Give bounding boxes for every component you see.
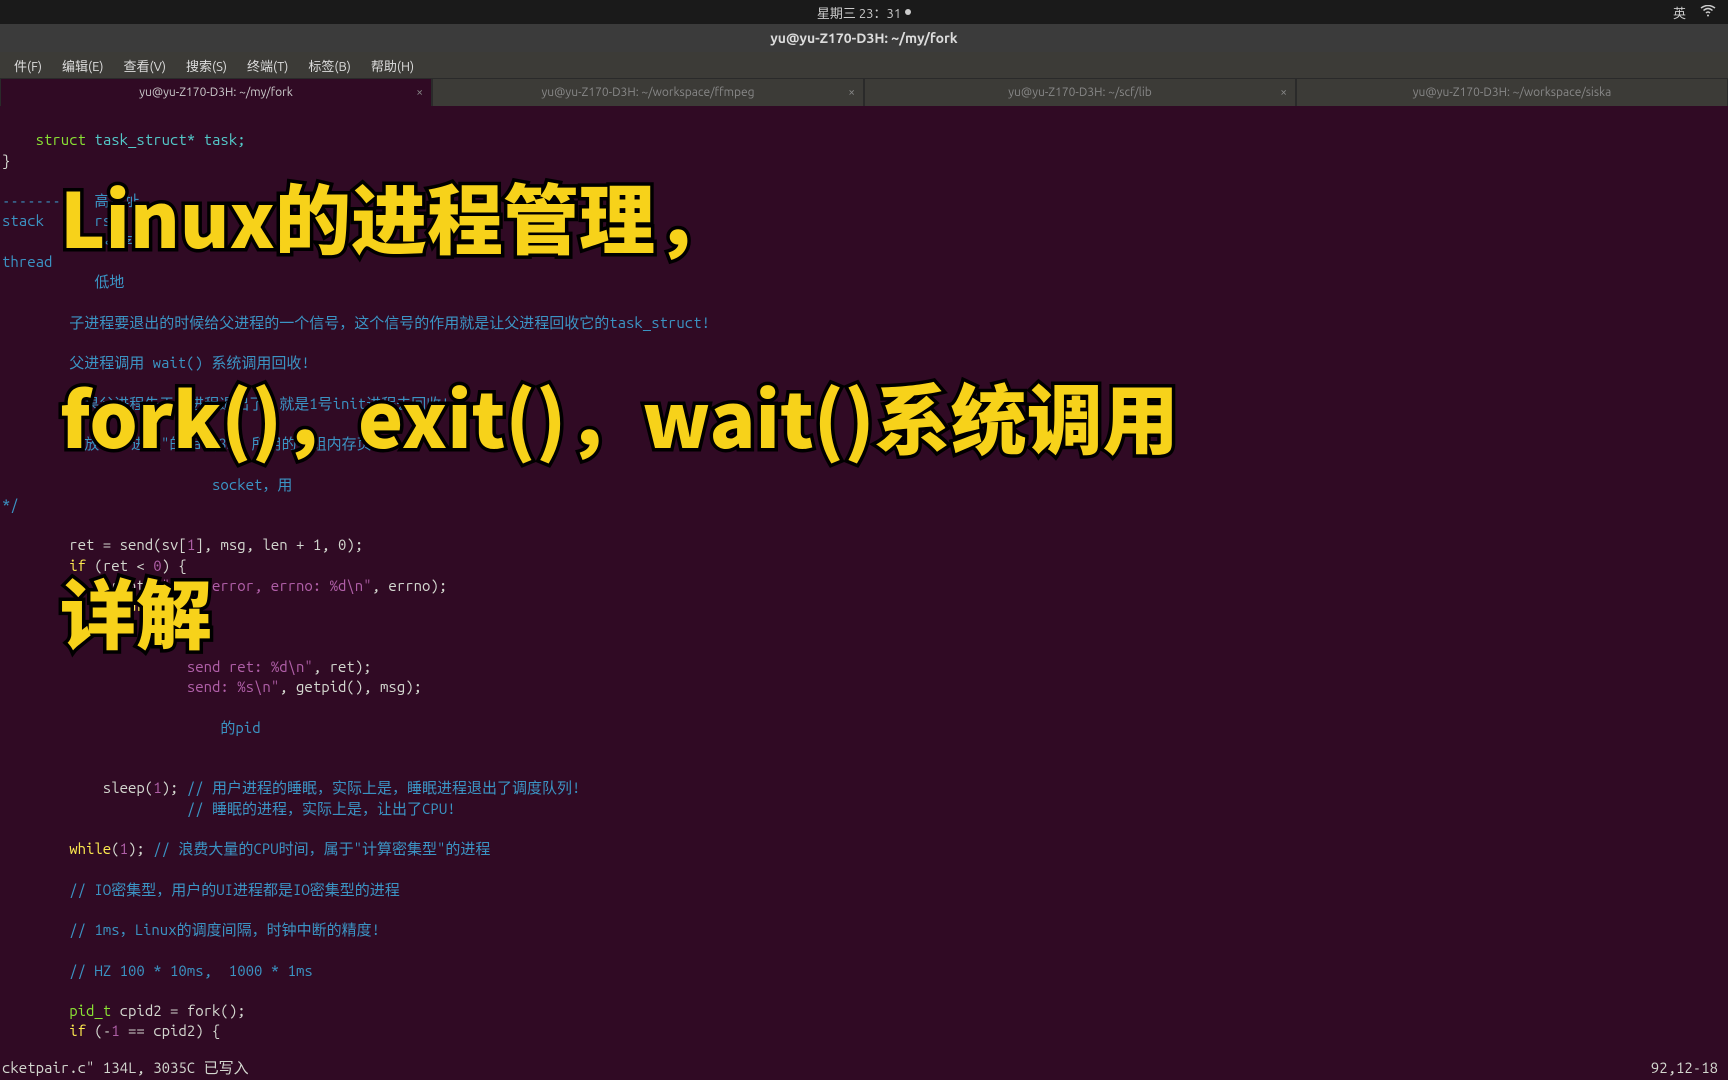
code-text: */ (2, 496, 19, 513)
terminal-tab-2[interactable]: yu@yu-Z170-D3H: ~/scf/lib × (864, 78, 1296, 106)
menu-search[interactable]: 搜索(S) (178, 53, 235, 78)
terminal-tabbar: yu@yu-Z170-D3H: ~/my/fork × yu@yu-Z170-D… (0, 78, 1728, 106)
code-text (2, 800, 187, 817)
code-text: // 浪费大量的CPU时间，属于"计算密集型"的进程 (153, 840, 490, 857)
code-text: ret = send(sv[ (2, 536, 187, 553)
code-text: socket，用 (212, 476, 292, 493)
code-text (2, 1002, 69, 1019)
menu-terminal[interactable]: 终端(T) (239, 53, 296, 78)
overlay-title-line3: 详解 (60, 555, 212, 665)
code-text: ); (128, 840, 153, 857)
code-text (2, 273, 94, 290)
wifi-icon[interactable] (1700, 5, 1716, 20)
overlay-title-line1: Linux的进程管理， (60, 160, 731, 270)
code-text: 1 (120, 840, 128, 857)
code-text: } (2, 152, 10, 169)
tab-label: yu@yu-Z170-D3H: ~/workspace/siska (1413, 86, 1612, 99)
menubar: 件(F) 编辑(E) 查看(V) 搜索(S) 终端(T) 标签(B) 帮助(H) (0, 52, 1728, 78)
code-text: , errno); (372, 577, 448, 594)
close-icon[interactable]: × (416, 86, 423, 99)
menu-file[interactable]: 件(F) (6, 53, 50, 78)
code-text: // 睡眠的进程，实际上是，让出了CPU! (187, 800, 456, 817)
code-text: // 用户进程的睡眠，实际上是，睡眠进程退出了调度队列! (187, 779, 581, 796)
code-text (2, 476, 212, 493)
code-text: 1 (153, 779, 161, 796)
menu-tabs[interactable]: 标签(B) (300, 53, 358, 78)
code-text: , getpid(), msg); (279, 678, 422, 695)
code-text: struct (2, 131, 86, 148)
terminal-tab-0[interactable]: yu@yu-Z170-D3H: ~/my/fork × (0, 78, 432, 106)
code-text: ], msg, len + 1, 0); (195, 536, 363, 553)
tab-label: yu@yu-Z170-D3H: ~/my/fork (139, 86, 293, 99)
code-text: cpid2 = fork(); (111, 1002, 245, 1019)
window-titlebar: yu@yu-Z170-D3H: ~/my/fork (0, 24, 1728, 52)
code-text: ); (162, 779, 187, 796)
system-topbar: 星期三 23：31 英 (0, 0, 1728, 24)
input-method-indicator[interactable]: 英 (1673, 3, 1686, 22)
overlay-title-line2: fork()，exit()，wait()系统调用 (60, 360, 1179, 470)
code-text: 子进程要退出的时候给父进程的一个信号，这个信号的作用就是让父进程回收它的task… (2, 314, 710, 331)
code-text: // IO密集型，用户的UI进程都是IO密集型的进程 (2, 881, 400, 898)
code-text: 的pid (220, 719, 260, 736)
code-text: == cpid2) { (120, 1022, 221, 1039)
code-text: pid_t (69, 1002, 111, 1019)
dot-indicator (905, 9, 911, 15)
code-text: ( (111, 840, 119, 857)
code-text: send: %s\n" (187, 678, 279, 695)
code-text: 低地 (94, 273, 124, 290)
close-icon[interactable]: × (1280, 86, 1287, 99)
code-text: task_struct* task; (86, 131, 246, 148)
tab-label: yu@yu-Z170-D3H: ~/workspace/ffmpeg (541, 86, 754, 99)
code-text: (- (86, 1022, 111, 1039)
code-text (2, 1022, 69, 1039)
code-text: , ret); (313, 658, 372, 675)
code-text: 1 (187, 536, 195, 553)
code-text: if (69, 1022, 86, 1039)
code-text (2, 719, 220, 736)
menu-edit[interactable]: 编辑(E) (54, 53, 111, 78)
code-text: sleep( (2, 779, 153, 796)
vim-statusline: cketpair.c" 134L, 3035C 已写入 92,12-18 (2, 1058, 1718, 1078)
code-text: // HZ 100 * 10ms, 1000 * 1ms (2, 962, 313, 979)
tab-label: yu@yu-Z170-D3H: ~/scf/lib (1008, 86, 1152, 99)
terminal-tab-3[interactable]: yu@yu-Z170-D3H: ~/workspace/siska (1296, 78, 1728, 106)
code-text: 1 (111, 1022, 119, 1039)
code-text (2, 840, 69, 857)
code-text (2, 678, 187, 695)
window-title: yu@yu-Z170-D3H: ~/my/fork (770, 30, 957, 46)
status-right: 92,12-18 (1651, 1058, 1718, 1078)
code-text: while (69, 840, 111, 857)
menu-help[interactable]: 帮助(H) (363, 53, 422, 78)
status-left: cketpair.c" 134L, 3035C 已写入 (2, 1058, 249, 1078)
topbar-datetime: 星期三 23：31 (817, 3, 901, 22)
terminal-tab-1[interactable]: yu@yu-Z170-D3H: ~/workspace/ffmpeg × (432, 78, 864, 106)
menu-view[interactable]: 查看(V) (116, 53, 174, 78)
close-icon[interactable]: × (848, 86, 855, 99)
code-text: // 1ms，Linux的调度间隔，时钟中断的精度! (2, 921, 380, 938)
